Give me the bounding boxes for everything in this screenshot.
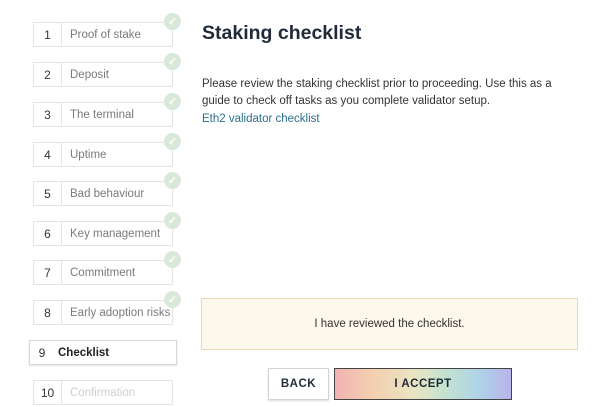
step-the-terminal[interactable]: 3 The terminal <box>33 102 173 127</box>
step-number: 4 <box>34 143 62 166</box>
step-number: 5 <box>34 182 62 205</box>
step-number: 6 <box>34 222 62 245</box>
checklist-confirmation-box[interactable]: I have reviewed the checklist. <box>201 298 578 350</box>
step-uptime[interactable]: 4 Uptime <box>33 142 173 167</box>
check-icon: ✓ <box>164 251 181 268</box>
step-label: Commitment <box>70 266 136 279</box>
step-label: Bad behaviour <box>70 187 145 200</box>
step-confirmation: 10 Confirmation <box>33 380 173 405</box>
step-bad-behaviour[interactable]: 5 Bad behaviour <box>33 181 173 206</box>
check-icon: ✓ <box>164 93 181 110</box>
step-label: The terminal <box>70 108 134 121</box>
confirmation-text: I have reviewed the checklist. <box>314 318 465 330</box>
main-content: Staking checklist Please review the stak… <box>200 0 590 407</box>
step-proof-of-stake[interactable]: 1 Proof of stake <box>33 22 173 47</box>
step-label: Proof of stake <box>70 28 141 41</box>
check-icon: ✓ <box>164 13 181 30</box>
check-icon: ✓ <box>164 291 181 308</box>
step-checklist[interactable]: 9 Checklist <box>29 340 177 365</box>
step-number: 7 <box>34 261 62 284</box>
page-title: Staking checklist <box>202 22 362 44</box>
step-label: Early adoption risks <box>70 306 171 319</box>
step-label: Checklist <box>58 346 110 359</box>
accept-button[interactable]: I ACCEPT <box>334 368 512 400</box>
step-number: 1 <box>34 23 62 46</box>
step-label: Uptime <box>70 148 107 161</box>
step-early-adoption-risks[interactable]: 8 Early adoption risks <box>33 300 173 325</box>
check-icon: ✓ <box>164 172 181 189</box>
step-number: 10 <box>34 381 62 404</box>
step-number: 3 <box>34 103 62 126</box>
check-icon: ✓ <box>164 212 181 229</box>
check-icon: ✓ <box>164 53 181 70</box>
back-button[interactable]: BACK <box>268 368 329 400</box>
step-number: 2 <box>34 63 62 86</box>
step-number: 9 <box>38 345 46 360</box>
step-deposit[interactable]: 2 Deposit <box>33 62 173 87</box>
validator-checklist-link[interactable]: Eth2 validator checklist <box>202 113 320 125</box>
step-label: Key management <box>70 227 161 240</box>
step-sidebar: 1 Proof of stake ✓ 2 Deposit ✓ 3 The ter… <box>0 0 190 407</box>
step-label: Deposit <box>70 68 109 81</box>
description-text: Please review the staking checklist prio… <box>202 78 552 107</box>
step-label: Confirmation <box>70 386 136 399</box>
step-commitment[interactable]: 7 Commitment <box>33 260 173 285</box>
step-number: 8 <box>34 301 62 324</box>
step-key-management[interactable]: 6 Key management <box>33 221 173 246</box>
check-icon: ✓ <box>164 133 181 150</box>
